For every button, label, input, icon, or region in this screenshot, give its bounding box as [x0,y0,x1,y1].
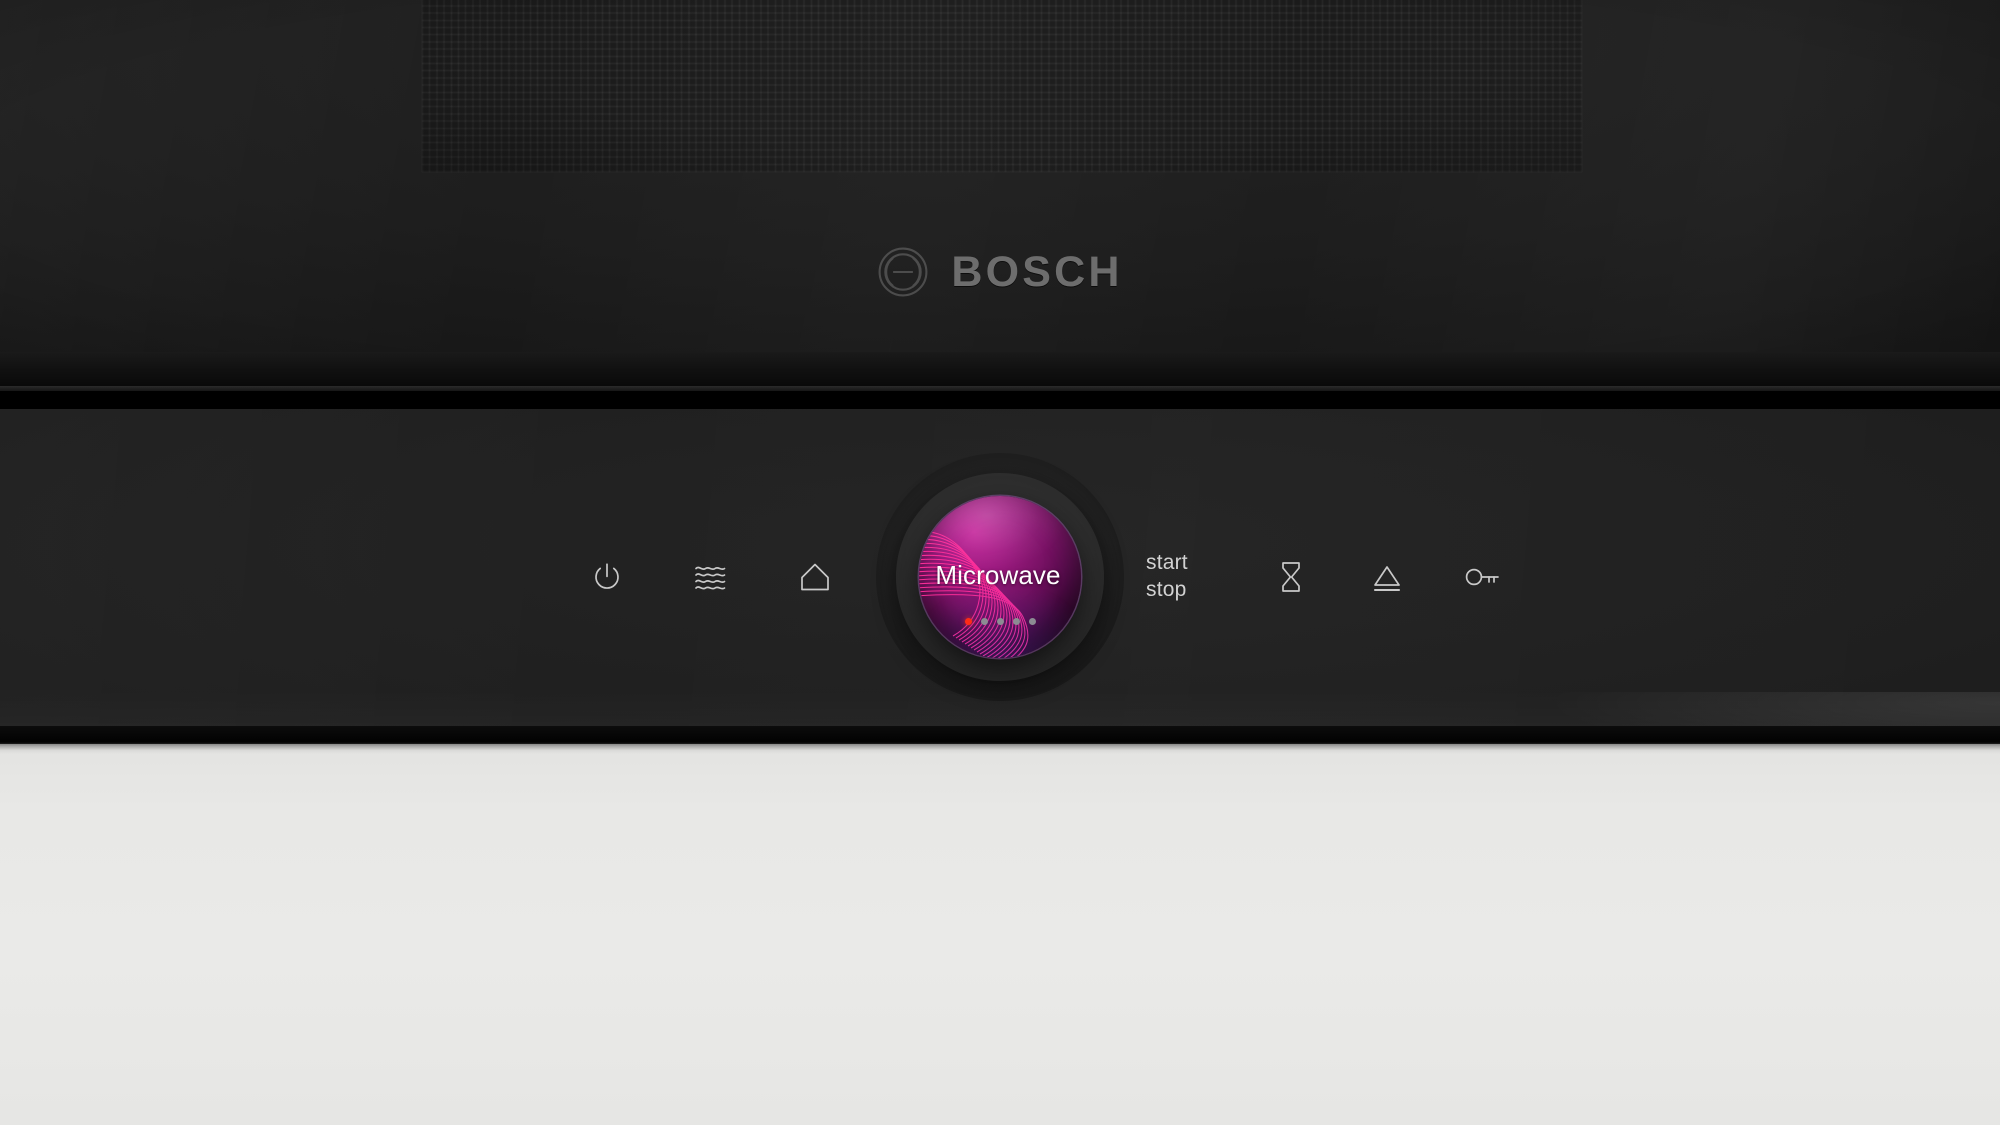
stop-label: stop [1146,578,1187,601]
brand-logo: BOSCH [0,240,2000,304]
hourglass-icon [1282,562,1300,592]
bosch-logo-icon [878,247,928,297]
power-button[interactable] [576,546,638,608]
start-label: start [1146,551,1188,575]
appliance-drop-shadow [0,742,2000,754]
steam-waves-icon [695,566,726,590]
oven-door-panel[interactable] [0,0,2000,390]
steam-button[interactable] [680,546,742,608]
background-wall [0,742,2000,1125]
brand-name: BOSCH [951,247,1123,296]
start-stop-button[interactable]: start stop [1146,546,1226,608]
door-open-button[interactable] [1356,546,1418,608]
door-open-icon [1373,566,1401,592]
microwave-wave-graphic [919,530,1029,658]
child-lock-button[interactable] [1452,546,1514,608]
key-icon [1465,568,1499,586]
door-panel-seam-shadow [0,391,2000,409]
microwave-oven-body: BOSCH Microwave start stop [0,0,2000,744]
timer-button[interactable] [1260,546,1322,608]
home-button[interactable] [784,546,846,608]
ventilation-mesh-grille [422,0,1582,172]
right-touch-controls: start stop [1146,546,1514,608]
mode-selector-knob[interactable]: Microwave [919,496,1081,658]
door-panel-seam [0,352,2000,386]
power-icon [595,563,619,589]
home-icon [801,563,829,591]
appliance-photo-scene: BOSCH Microwave start stop [0,0,2000,1125]
